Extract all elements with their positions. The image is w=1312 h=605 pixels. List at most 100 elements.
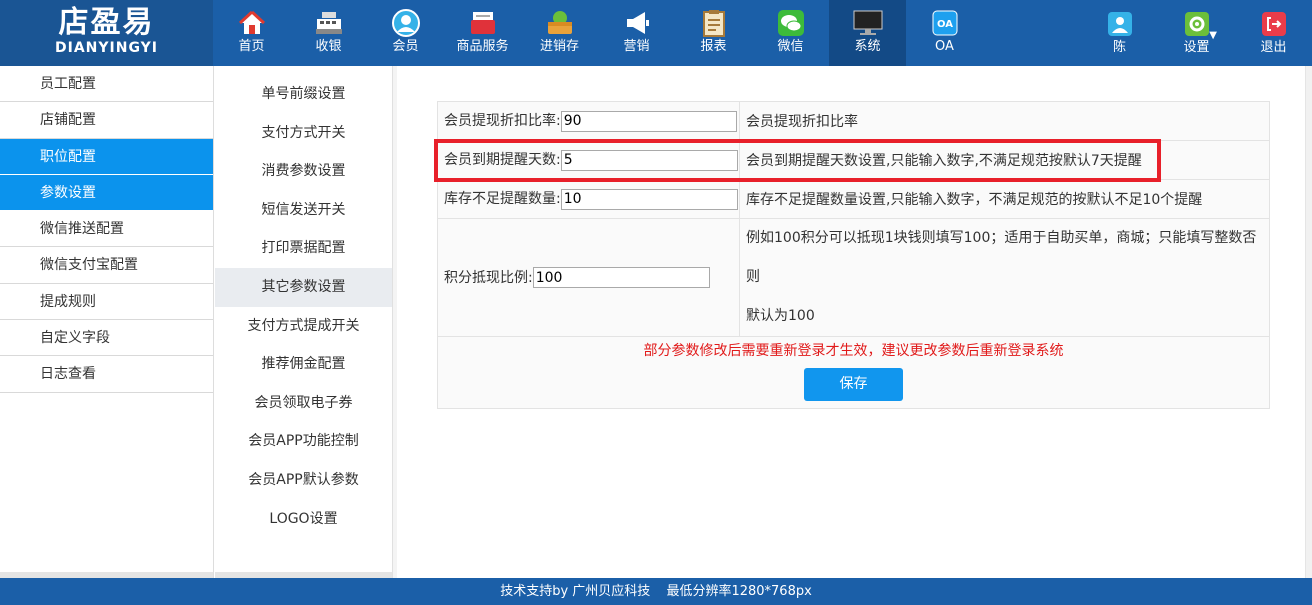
top-bar: 店盈易 DIANYINGYI 首页 收银 会员 商品服务 进销存 营销 报表 微… — [0, 0, 1312, 66]
save-button[interactable]: 保存 — [804, 368, 903, 401]
expiry-reminder-days-input[interactable] — [560, 149, 738, 171]
param-label: 积分抵现比例: — [444, 269, 533, 286]
submenu-item-active[interactable]: 其它参数设置 — [215, 267, 392, 307]
notice-text: 部分参数修改后需要重新登录才生效，建议更改参数后重新登录系统 — [643, 343, 1064, 359]
report-icon — [699, 9, 729, 37]
svg-text:OA: OA — [937, 19, 953, 30]
cash-register-icon — [314, 9, 344, 37]
submenu-item[interactable]: 会员APP默认参数 — [215, 461, 392, 500]
wechat-icon — [776, 9, 806, 37]
param-desc: 会员提现折扣比率 — [739, 101, 1270, 141]
submenu-item[interactable]: 支付方式提成开关 — [215, 307, 392, 346]
nav-label: 商品服务 — [456, 39, 509, 54]
low-stock-reminder-input[interactable] — [560, 188, 738, 210]
logo-text-en: DIANYINGYI — [55, 40, 158, 56]
nav-report[interactable]: 报表 — [675, 0, 752, 66]
nav-home[interactable]: 首页 — [213, 0, 290, 66]
nav-label: 报表 — [700, 39, 727, 54]
inventory-icon — [545, 9, 575, 37]
footer: 技术支持by 广州贝应科技 最低分辨率1280*768px — [0, 578, 1312, 605]
oa-icon: OA — [930, 9, 960, 37]
scrollbar[interactable] — [1305, 66, 1312, 578]
chevron-down-icon: ▼ — [1209, 30, 1217, 41]
submenu-item[interactable]: 会员APP功能控制 — [215, 422, 392, 461]
submenu-item[interactable]: LOGO设置 — [215, 500, 392, 539]
sidebar-item-custom-fields[interactable]: 自定义字段 — [0, 320, 213, 357]
submenu-item[interactable]: 支付方式开关 — [215, 114, 392, 153]
table-row: 库存不足提醒数量: 库存不足提醒数量设置,只能输入数字，不满足规范的按默认不足1… — [437, 179, 1270, 219]
nav-system[interactable]: 系统 — [829, 0, 906, 66]
submenu-item[interactable]: 短信发送开关 — [215, 191, 392, 230]
member-icon — [391, 9, 421, 37]
submenu-item[interactable]: 消费参数设置 — [215, 152, 392, 191]
gear-icon — [1184, 12, 1209, 36]
user-icon — [1107, 12, 1132, 36]
notice-cell: 部分参数修改后需要重新登录才生效，建议更改参数后重新登录系统 保存 — [437, 336, 1270, 409]
user-menu[interactable]: 陈 — [1081, 0, 1158, 66]
monitor-icon — [853, 9, 883, 37]
sidebar-item-position[interactable]: 职位配置 — [0, 138, 213, 175]
sidebar-item-store[interactable]: 店铺配置 — [0, 102, 213, 139]
params-table: 会员提现折扣比率: 会员提现折扣比率 会员到期提醒天数: 会员到期提醒天数设置,… — [437, 101, 1270, 409]
submenu-item[interactable]: 单号前缀设置 — [215, 75, 392, 114]
main-content: 会员提现折扣比率: 会员提现折扣比率 会员到期提醒天数: 会员到期提醒天数设置,… — [397, 66, 1305, 578]
nav-label: 系统 — [854, 39, 881, 54]
nav-inventory[interactable]: 进销存 — [521, 0, 598, 66]
sidebar-item-parameters[interactable]: 参数设置 — [0, 174, 213, 212]
home-icon — [237, 9, 267, 37]
sidebar: 员工配置 店铺配置 职位配置 参数设置 微信推送配置 微信支付宝配置 提成规则 … — [0, 66, 214, 578]
sidebar-item-payment[interactable]: 微信支付宝配置 — [0, 247, 213, 284]
nav-wechat[interactable]: 微信 — [752, 0, 829, 66]
settings-menu[interactable]: 设置 ▼ — [1158, 0, 1235, 66]
table-row: 会员到期提醒天数: 会员到期提醒天数设置,只能输入数字,不满足规范按默认7天提醒 — [437, 140, 1270, 180]
nav-label: 进销存 — [539, 39, 579, 54]
sidebar-item-wechat-push[interactable]: 微信推送配置 — [0, 211, 213, 248]
submenu: 单号前缀设置 支付方式开关 消费参数设置 短信发送开关 打印票据配置 其它参数设… — [215, 66, 393, 578]
submenu-item[interactable]: 推荐佣金配置 — [215, 345, 392, 384]
footer-support: 技术支持by 广州贝应科技 — [500, 584, 651, 599]
nav-label: 会员 — [392, 39, 419, 54]
nav-marketing[interactable]: 营销 — [598, 0, 675, 66]
param-desc: 例如100积分可以抵现1块钱则填写100；适用于自助买单，商城；只能填写整数否则… — [739, 218, 1270, 337]
nav-label: 微信 — [777, 39, 804, 54]
sidebar-item-commission[interactable]: 提成规则 — [0, 284, 213, 321]
nav-label: OA — [935, 39, 954, 54]
submenu-item[interactable]: 会员领取电子券 — [215, 384, 392, 423]
table-row: 部分参数修改后需要重新登录才生效，建议更改参数后重新登录系统 保存 — [437, 336, 1270, 409]
sidebar-item-staff[interactable]: 员工配置 — [0, 66, 213, 103]
param-label: 库存不足提醒数量: — [444, 191, 561, 208]
main-nav: 首页 收银 会员 商品服务 进销存 营销 报表 微信 系统 OA OA — [213, 0, 983, 66]
nav-product[interactable]: 商品服务 — [444, 0, 521, 66]
param-desc: 库存不足提醒数量设置,只能输入数字，不满足规范的按默认不足10个提醒 — [739, 179, 1270, 219]
settings-label: 设置 — [1183, 40, 1210, 55]
logout-button[interactable]: 退出 — [1235, 0, 1312, 66]
param-label: 会员到期提醒天数: — [444, 152, 561, 169]
nav-label: 收银 — [315, 39, 342, 54]
logo-text-cn: 店盈易 — [58, 5, 155, 40]
table-row: 会员提现折扣比率: 会员提现折扣比率 — [437, 101, 1270, 141]
table-row: 积分抵现比例: 例如100积分可以抵现1块钱则填写100；适用于自助买单，商城；… — [437, 218, 1270, 337]
nav-cashier[interactable]: 收银 — [290, 0, 367, 66]
megaphone-icon — [622, 9, 652, 37]
right-nav: 陈 设置 ▼ 退出 — [1081, 0, 1312, 66]
param-label-cell: 库存不足提醒数量: — [437, 179, 740, 219]
sidebar-item-logs[interactable]: 日志查看 — [0, 356, 213, 393]
logout-icon — [1261, 12, 1286, 36]
param-label-cell: 会员提现折扣比率: — [437, 101, 740, 141]
nav-label: 首页 — [238, 39, 265, 54]
param-label-cell: 会员到期提醒天数: — [437, 140, 740, 180]
param-desc-line: 默认为100 — [746, 308, 815, 324]
user-name: 陈 — [1112, 40, 1126, 55]
param-label-cell: 积分抵现比例: — [437, 218, 740, 337]
product-icon — [468, 9, 498, 37]
param-desc: 会员到期提醒天数设置,只能输入数字,不满足规范按默认7天提醒 — [739, 140, 1270, 180]
nav-member[interactable]: 会员 — [367, 0, 444, 66]
submenu-item[interactable]: 打印票据配置 — [215, 229, 392, 268]
points-ratio-input[interactable] — [532, 267, 710, 289]
logo: 店盈易 DIANYINGYI — [0, 0, 213, 66]
param-desc-line: 例如100积分可以抵现1块钱则填写100；适用于自助买单，商城；只能填写整数否则 — [746, 230, 1257, 285]
logout-label: 退出 — [1260, 40, 1287, 55]
param-label: 会员提现折扣比率: — [444, 113, 561, 130]
withdraw-discount-input[interactable] — [560, 110, 737, 132]
nav-oa[interactable]: OA OA — [906, 0, 983, 66]
